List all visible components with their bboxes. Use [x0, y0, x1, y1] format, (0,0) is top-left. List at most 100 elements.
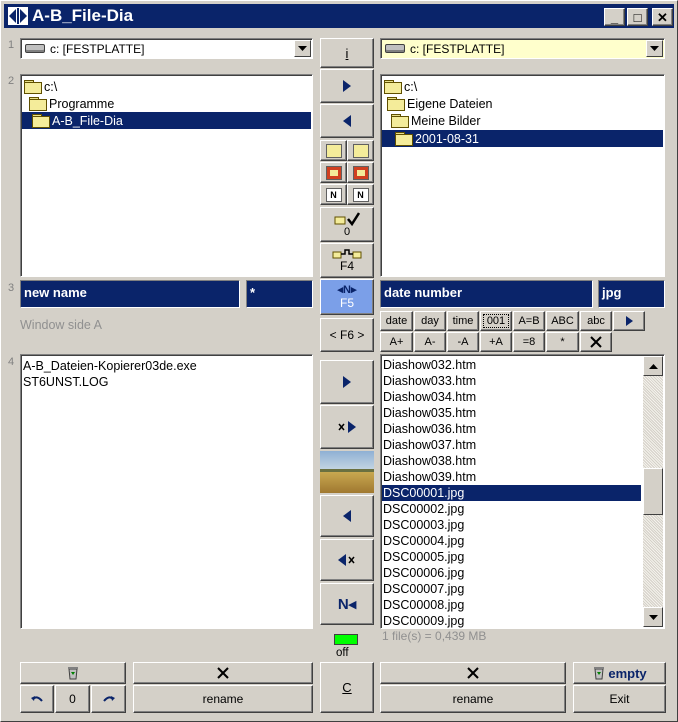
- empty-recycle-bin-button[interactable]: empty: [573, 662, 666, 684]
- new-folder-right-button[interactable]: [347, 140, 374, 161]
- format-more-button[interactable]: [613, 311, 645, 331]
- rename-file-left-button[interactable]: N◂: [320, 583, 374, 625]
- left-file-list[interactable]: A-B_Dateien-Kopierer03de.exe ST6UNST.LOG: [20, 354, 313, 629]
- format-a-minus-button[interactable]: A-: [414, 332, 446, 352]
- move-file-right-button[interactable]: [320, 405, 374, 449]
- format-button-label: abc: [587, 315, 605, 327]
- format-minus-a-button[interactable]: -A: [447, 332, 479, 352]
- hard-drive-icon: [385, 44, 405, 53]
- list-item[interactable]: Diashow039.htm: [383, 469, 476, 485]
- format-equals-8-button[interactable]: =8: [513, 332, 545, 352]
- chevron-down-icon[interactable]: [294, 40, 311, 57]
- f4-button[interactable]: F4: [320, 243, 374, 278]
- f5-label: F5: [339, 296, 354, 310]
- list-item[interactable]: DSC00007.jpg: [383, 581, 464, 597]
- format-a-equals-b-button[interactable]: A=B: [513, 311, 545, 331]
- chevron-down-icon[interactable]: [646, 40, 663, 57]
- tree-item[interactable]: Meine Bilder: [391, 112, 480, 129]
- format-clear-button[interactable]: [580, 332, 612, 352]
- copy-file-right-button[interactable]: [320, 360, 374, 404]
- list-item[interactable]: Diashow033.htm: [383, 373, 476, 389]
- rename-folder-left-button[interactable]: N: [320, 184, 347, 205]
- row-number-1: 1: [8, 39, 15, 51]
- f6-label: < F6 >: [329, 328, 365, 342]
- tree-item[interactable]: c:\: [384, 78, 417, 95]
- rename-left-button[interactable]: rename: [133, 685, 313, 713]
- format-number-button[interactable]: 001: [480, 311, 512, 331]
- status-led-label: off: [336, 647, 349, 659]
- close-button[interactable]: ✕: [652, 8, 673, 26]
- left-extension-field[interactable]: *: [246, 280, 313, 308]
- list-item[interactable]: DSC00003.jpg: [383, 517, 464, 533]
- left-name-pattern-field[interactable]: new name: [20, 280, 240, 308]
- tree-item-label: Programme: [49, 96, 115, 111]
- list-item[interactable]: ST6UNST.LOG: [23, 374, 108, 390]
- info-button[interactable]: i: [320, 38, 374, 68]
- format-time-button[interactable]: time: [447, 311, 479, 331]
- tree-item[interactable]: c:\: [24, 78, 57, 95]
- list-item[interactable]: DSC00008.jpg: [383, 597, 464, 613]
- right-file-list[interactable]: Diashow032.htm Diashow033.htm Diashow034.h…: [380, 354, 665, 629]
- list-item[interactable]: Diashow035.htm: [383, 405, 476, 421]
- select-count-button[interactable]: 0: [320, 207, 374, 242]
- list-item[interactable]: Diashow034.htm: [383, 389, 476, 405]
- list-item[interactable]: Diashow036.htm: [383, 421, 476, 437]
- f5-button[interactable]: ◂N▸ F5: [320, 279, 374, 315]
- list-item[interactable]: DSC00004.jpg: [383, 533, 464, 549]
- undo-left-button[interactable]: [20, 685, 54, 713]
- scroll-down-button[interactable]: [643, 607, 663, 627]
- minimize-button[interactable]: _: [604, 8, 625, 26]
- right-name-pattern-field[interactable]: date number: [380, 280, 593, 308]
- delete-folder-right-button[interactable]: [347, 162, 374, 183]
- scroll-up-button[interactable]: [643, 356, 663, 376]
- copy-button[interactable]: C: [320, 662, 374, 713]
- list-item[interactable]: DSC00002.jpg: [383, 501, 464, 517]
- format-uppercase-button[interactable]: ABC: [546, 311, 579, 331]
- maximize-button[interactable]: □: [627, 8, 648, 26]
- copy-file-left-button[interactable]: [320, 495, 374, 537]
- rename-right-button[interactable]: rename: [380, 685, 566, 713]
- exit-label: Exit: [609, 692, 630, 706]
- list-item[interactable]: Diashow037.htm: [383, 437, 476, 453]
- left-drive-select[interactable]: c: [FESTPLATTE]: [20, 38, 313, 59]
- format-date-button[interactable]: date: [380, 311, 413, 331]
- delete-right-button[interactable]: [380, 662, 566, 684]
- right-list-scrollbar[interactable]: [643, 356, 663, 627]
- list-item[interactable]: DSC00006.jpg: [383, 565, 464, 581]
- rename-folder-right-button[interactable]: N: [347, 184, 374, 205]
- delete-folder-left-button[interactable]: [320, 162, 347, 183]
- list-item[interactable]: A-B_Dateien-Kopierer03de.exe: [23, 358, 197, 374]
- right-extension-field[interactable]: jpg: [598, 280, 665, 308]
- exit-button[interactable]: Exit: [573, 685, 666, 713]
- list-item[interactable]: Diashow038.htm: [383, 453, 476, 469]
- recycle-bin-left-button[interactable]: [20, 662, 126, 684]
- format-wildcard-button[interactable]: *: [546, 332, 579, 352]
- tree-item-selected[interactable]: 2001-08-31: [382, 130, 663, 147]
- format-a-plus-button[interactable]: A+: [380, 332, 413, 352]
- list-item[interactable]: DSC00005.jpg: [383, 549, 464, 565]
- format-lowercase-button[interactable]: abc: [580, 311, 612, 331]
- left-folder-tree[interactable]: c:\ Programme A-B_File-Dia: [20, 74, 313, 277]
- redo-left-button[interactable]: [91, 685, 126, 713]
- right-folder-tree[interactable]: c:\ Eigene Dateien Meine Bilder 2001-08-…: [380, 74, 665, 277]
- new-folder-left-button[interactable]: [320, 140, 347, 161]
- tree-item[interactable]: Programme: [29, 95, 114, 112]
- title-bar[interactable]: A-B_File-Dia _ □ ✕: [4, 4, 674, 28]
- list-item[interactable]: Diashow032.htm: [383, 357, 476, 373]
- list-item[interactable]: DSC00009.jpg: [383, 613, 464, 628]
- right-drive-select[interactable]: c: [FESTPLATTE]: [380, 38, 665, 59]
- f6-button[interactable]: < F6 >: [320, 318, 374, 352]
- tree-item-selected[interactable]: A-B_File-Dia: [22, 112, 311, 129]
- move-file-left-button[interactable]: [320, 539, 374, 581]
- list-item-selected[interactable]: DSC00001.jpg: [382, 485, 641, 501]
- app-arrows-icon[interactable]: [8, 7, 28, 25]
- tree-item[interactable]: Eigene Dateien: [387, 95, 492, 112]
- scroll-thumb[interactable]: [643, 468, 663, 515]
- format-day-button[interactable]: day: [414, 311, 446, 331]
- clear-icon: [590, 336, 602, 348]
- rename-n-left-icon: N◂: [337, 596, 357, 613]
- copy-dir-left-button[interactable]: [320, 104, 374, 138]
- format-plus-a-button[interactable]: +A: [480, 332, 512, 352]
- delete-left-button[interactable]: [133, 662, 313, 684]
- copy-dir-right-button[interactable]: [320, 69, 374, 103]
